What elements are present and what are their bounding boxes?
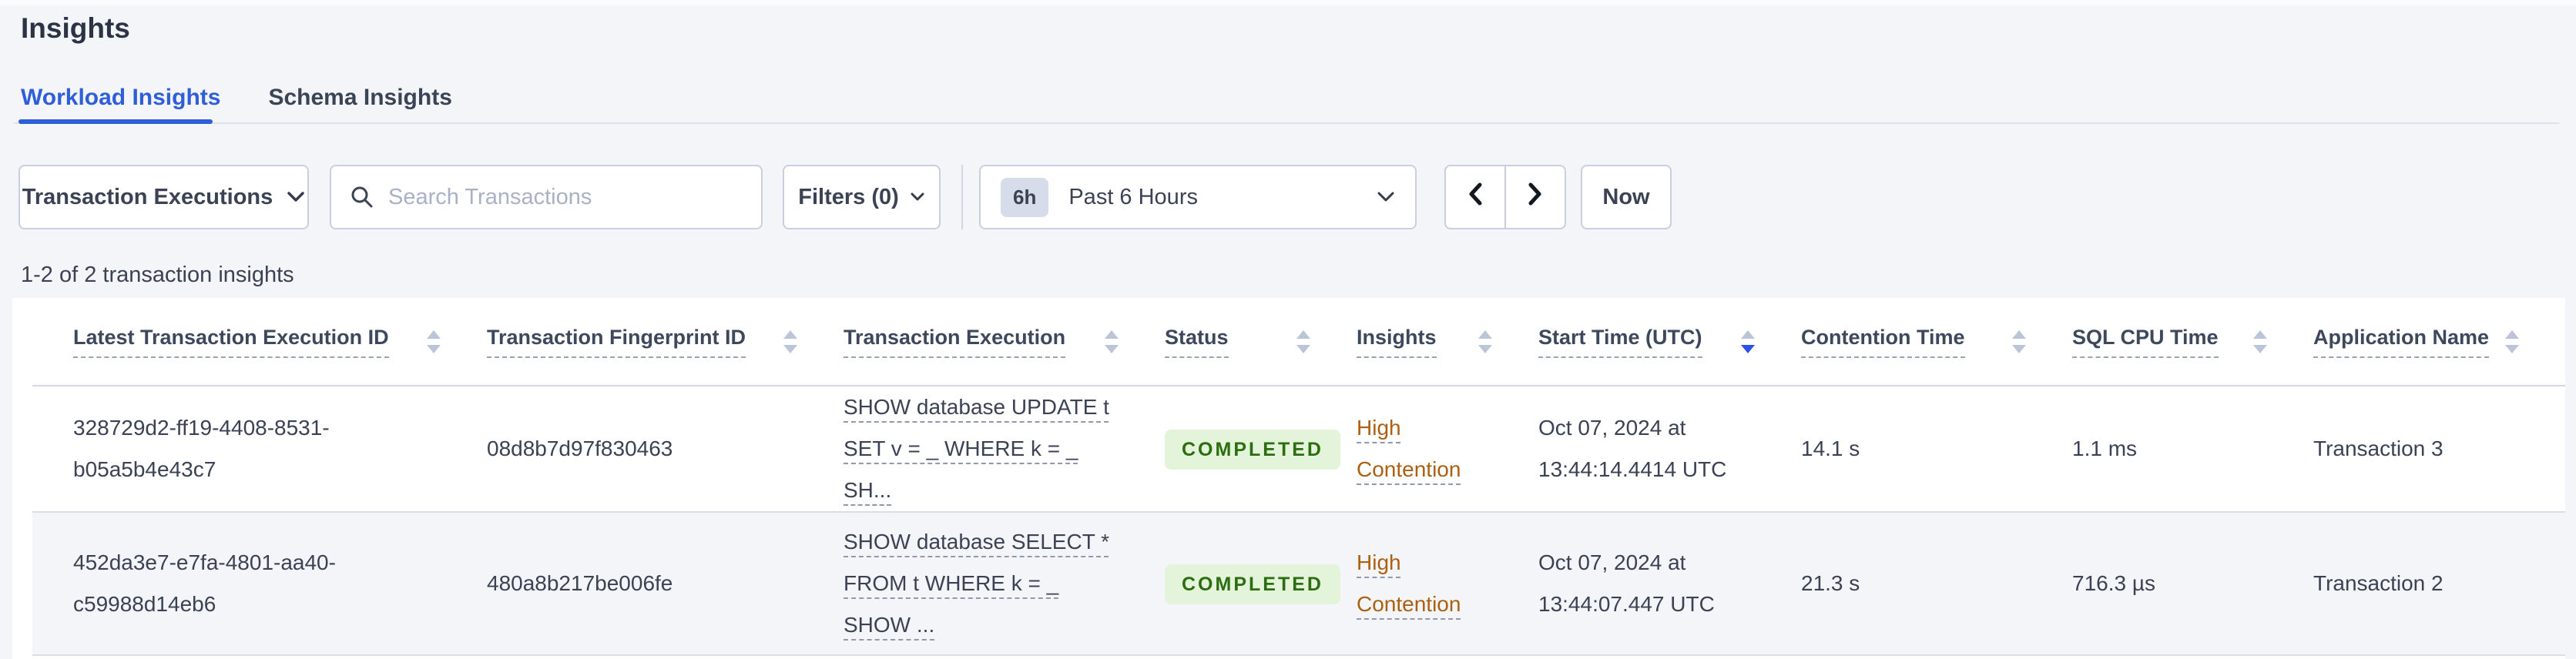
filters-dropdown[interactable]: Filters (0) — [783, 165, 941, 229]
column-header-contention-time[interactable]: Contention Time — [1801, 298, 2072, 386]
execution-type-dropdown[interactable]: Transaction Executions — [18, 165, 309, 229]
column-header-application-name[interactable]: Application Name — [2313, 298, 2565, 386]
filters-label: Filters (0) — [798, 184, 899, 209]
now-button-label: Now — [1602, 184, 1650, 209]
cell-application-name: Transaction 3 — [2313, 386, 2565, 513]
column-header-latest-execution-id[interactable]: Latest Transaction Execution ID — [32, 298, 487, 386]
sort-icon-descending-active[interactable] — [1741, 330, 1755, 353]
status-badge: COMPLETED — [1165, 430, 1340, 470]
table-row: 452da3e7-e7fa-4801-aa40-c59988d14eb6 480… — [32, 512, 2565, 657]
cell-execution-id: 452da3e7-e7fa-4801-aa40-c59988d14eb6 — [32, 512, 487, 657]
next-time-range-button[interactable] — [1504, 166, 1565, 228]
transaction-execution-link[interactable]: SHOW database SELECT * FROM t WHERE k = … — [844, 521, 1122, 646]
sort-icon[interactable] — [427, 330, 441, 353]
cell-execution-id: 328729d2-ff19-4408-8531-b05a5b4e43c7 — [32, 386, 487, 513]
cell-insights: High Contention — [1357, 512, 1538, 657]
cell-fingerprint-id: 480a8b217be006fe — [487, 512, 844, 657]
cell-contention-time: 14.1 s — [1801, 386, 2072, 513]
sort-icon[interactable] — [1296, 330, 1310, 353]
sort-icon[interactable] — [2253, 330, 2267, 353]
search-box[interactable] — [330, 165, 763, 229]
insight-link[interactable]: High Contention — [1357, 542, 1491, 625]
insight-link[interactable]: High Contention — [1357, 407, 1491, 490]
cell-insights: High Contention — [1357, 386, 1538, 513]
sort-icon[interactable] — [2012, 330, 2026, 353]
cell-sql-cpu-time: 716.3 µs — [2072, 512, 2313, 657]
search-input[interactable] — [387, 183, 743, 211]
sort-icon[interactable] — [1478, 330, 1492, 353]
results-count: 1-2 of 2 transaction insights — [21, 263, 294, 287]
cell-start-time: Oct 07, 2024 at 13:44:07.447 UTC — [1538, 512, 1801, 657]
column-header-fingerprint-id[interactable]: Transaction Fingerprint ID — [487, 298, 844, 386]
transaction-execution-link[interactable]: SHOW database UPDATE t SET v = _ WHERE k… — [844, 386, 1122, 511]
toolbar-divider — [961, 165, 963, 229]
time-range-label: Past 6 Hours — [1068, 184, 1198, 209]
insights-page: { "page": { "title": "Insights" }, "tabs… — [0, 0, 2576, 659]
chevron-down-icon — [1377, 191, 1395, 203]
cell-start-time: Oct 07, 2024 at 13:44:14.4414 UTC — [1538, 386, 1801, 513]
cell-status: COMPLETED — [1165, 512, 1357, 657]
time-range-badge: 6h — [1001, 177, 1049, 217]
tab-workload-insights[interactable]: Workload Insights — [21, 85, 220, 111]
sort-icon[interactable] — [2505, 330, 2519, 353]
time-range-dropdown[interactable]: 6h Past 6 Hours — [979, 165, 1417, 229]
cell-sql-cpu-time: 1.1 ms — [2072, 386, 2313, 513]
chevron-left-icon — [1467, 182, 1484, 212]
column-header-start-time[interactable]: Start Time (UTC) — [1538, 298, 1801, 386]
toolbar: Transaction Executions Filters (0) 6h Pa… — [18, 165, 1672, 229]
sort-icon[interactable] — [783, 330, 797, 353]
execution-type-label: Transaction Executions — [22, 184, 273, 209]
chevron-down-icon — [287, 191, 305, 203]
status-badge: COMPLETED — [1165, 564, 1340, 605]
table-row: 328729d2-ff19-4408-8531-b05a5b4e43c7 08d… — [32, 386, 2565, 513]
tab-divider-line — [14, 122, 2559, 124]
tab-schema-insights[interactable]: Schema Insights — [268, 85, 451, 111]
cell-fingerprint-id: 08d8b7d97f830463 — [487, 386, 844, 513]
top-strip — [0, 0, 2576, 5]
time-range-pager — [1444, 165, 1566, 229]
column-header-insights[interactable]: Insights — [1357, 298, 1538, 386]
chevron-right-icon — [1527, 182, 1544, 212]
previous-time-range-button[interactable] — [1446, 166, 1504, 228]
cell-contention-time: 21.3 s — [1801, 512, 2072, 657]
active-tab-underline — [18, 119, 213, 124]
search-icon — [350, 185, 374, 209]
transaction-insights-table: Latest Transaction Execution ID Transact… — [32, 298, 2565, 657]
cell-transaction-execution: SHOW database SELECT * FROM t WHERE k = … — [844, 512, 1165, 657]
now-button[interactable]: Now — [1581, 165, 1672, 229]
column-header-sql-cpu-time[interactable]: SQL CPU Time — [2072, 298, 2313, 386]
tab-bar: Workload Insights Schema Insights — [21, 85, 452, 111]
column-header-status[interactable]: Status — [1165, 298, 1357, 386]
cell-application-name: Transaction 2 — [2313, 512, 2565, 657]
table-header: Latest Transaction Execution ID Transact… — [32, 298, 2565, 386]
insights-table-card: Latest Transaction Execution ID Transact… — [12, 298, 2565, 659]
page-title: Insights — [21, 12, 130, 44]
column-header-transaction-execution[interactable]: Transaction Execution — [844, 298, 1165, 386]
chevron-down-icon — [910, 192, 925, 202]
sort-icon[interactable] — [1105, 330, 1119, 353]
cell-transaction-execution: SHOW database UPDATE t SET v = _ WHERE k… — [844, 386, 1165, 513]
cell-status: COMPLETED — [1165, 386, 1357, 513]
